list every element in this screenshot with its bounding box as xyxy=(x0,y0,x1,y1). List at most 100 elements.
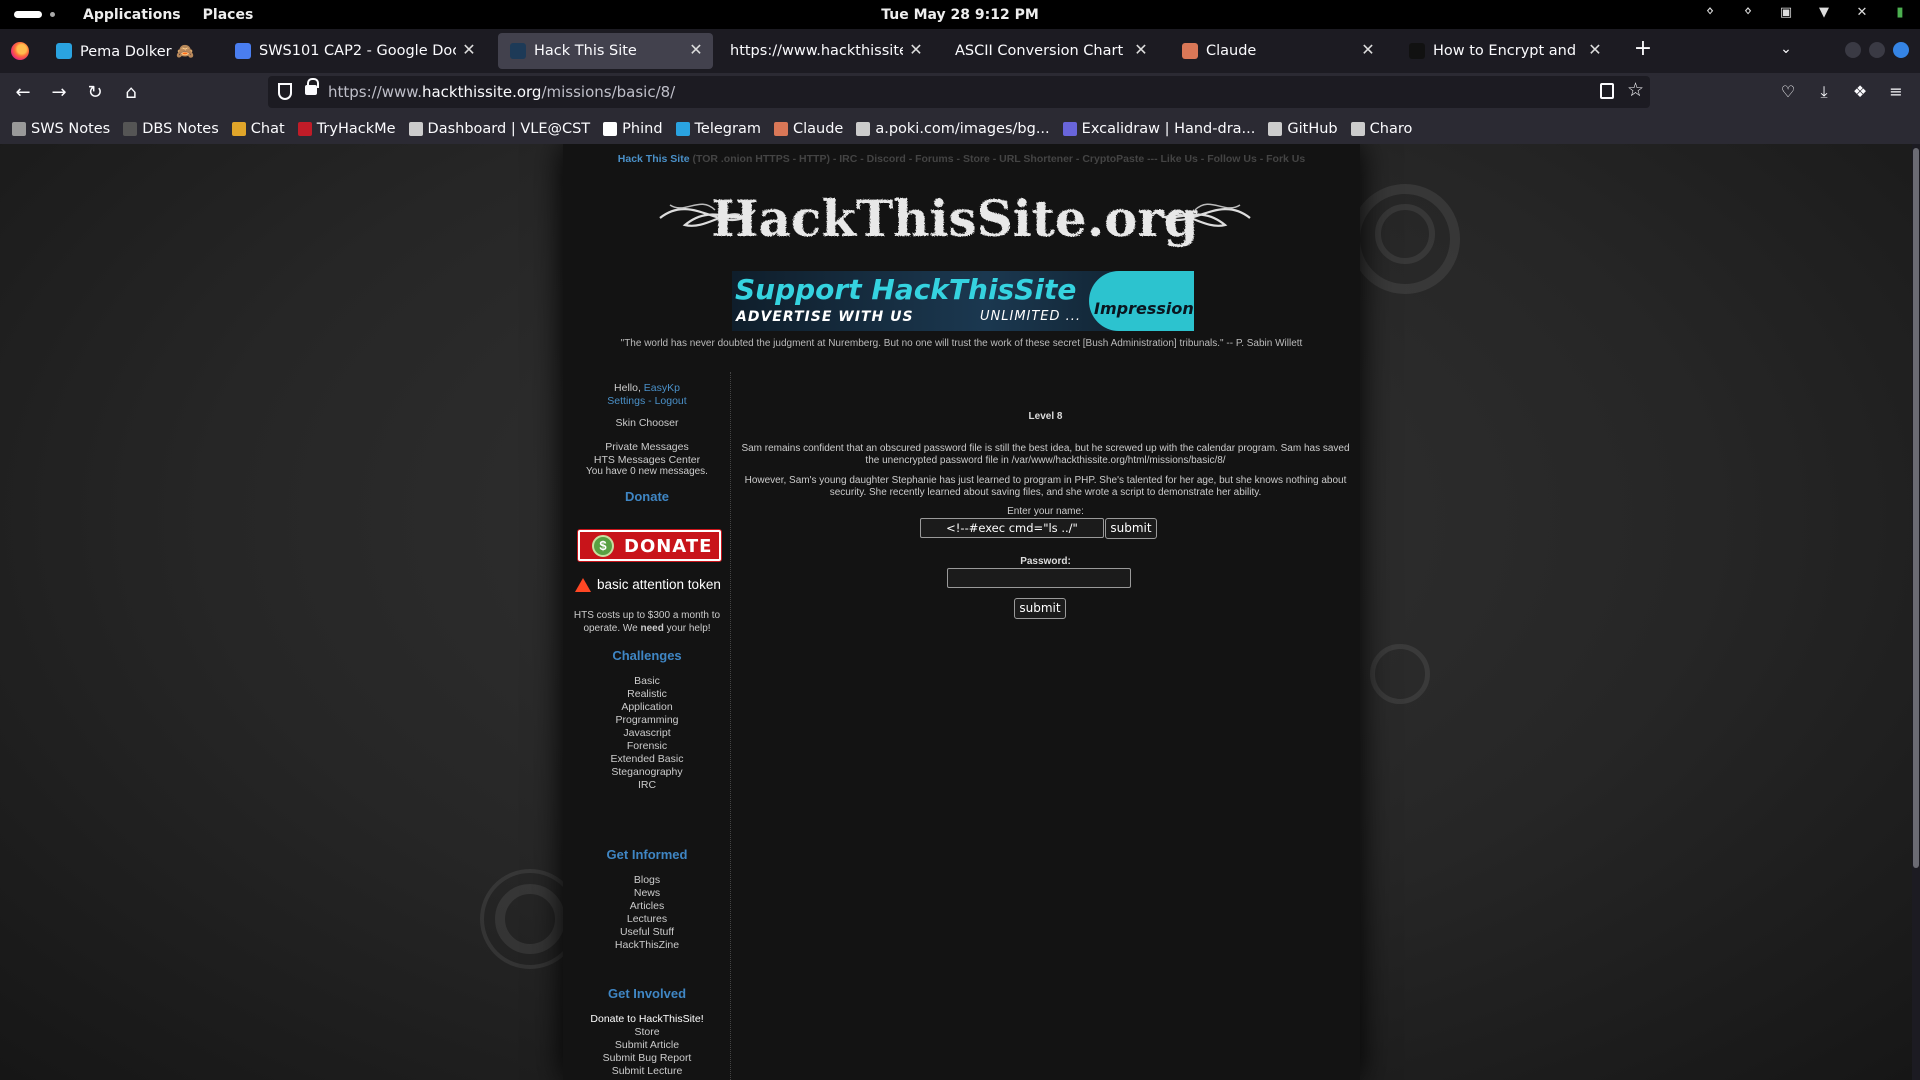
close-window-icon[interactable] xyxy=(1893,42,1909,58)
page-scrollbar[interactable] xyxy=(1912,144,1920,1080)
reload-icon[interactable]: ↻ xyxy=(81,79,109,107)
tab-6[interactable]: Claude ✕ xyxy=(1170,33,1385,69)
name-label: Enter your name: xyxy=(1007,506,1084,517)
hamburger-menu-icon[interactable]: ≡ xyxy=(1885,81,1907,103)
tab-4[interactable]: https://www.hackthissite.org✕ xyxy=(718,33,933,69)
name-submit-button[interactable]: submit xyxy=(1105,518,1157,539)
bookmark-item[interactable]: Telegram xyxy=(675,121,761,137)
tab-close-icon[interactable]: ✕ xyxy=(907,41,925,59)
bookmark-item[interactable]: Excalidraw | Hand-dra... xyxy=(1062,121,1255,137)
bookmark-item[interactable]: GitHub xyxy=(1268,121,1338,137)
new-tab-button[interactable]: + xyxy=(1630,37,1656,63)
tab-2[interactable]: SWS101 CAP2 - Google Docs ✕ xyxy=(223,33,486,69)
bookmark-item[interactable]: Chat xyxy=(231,121,285,137)
settings-link[interactable]: Settings xyxy=(607,395,645,407)
sidebar-link-news[interactable]: News xyxy=(563,887,731,899)
sidebar-link-submit-bug-report[interactable]: Submit Bug Report xyxy=(563,1052,731,1064)
bookmark-item[interactable]: Charo xyxy=(1350,121,1412,137)
pocket-icon[interactable]: ♡ xyxy=(1777,81,1799,103)
sidebar-link-realistic[interactable]: Realistic xyxy=(563,688,731,700)
battery-icon[interactable]: ▮ xyxy=(1892,5,1908,20)
tab-close-icon[interactable]: ✕ xyxy=(460,41,478,59)
bookmark-item[interactable]: a.poki.com/images/bg... xyxy=(856,120,1050,137)
sidebar-link-blogs[interactable]: Blogs xyxy=(563,874,731,886)
private-messages-link[interactable]: Private Messages xyxy=(563,441,731,453)
sidebar-link-submit-article[interactable]: Submit Article xyxy=(563,1039,731,1051)
password-submit-button[interactable]: submit xyxy=(1014,598,1066,619)
tab-title: ASCII Conversion Chart xyxy=(955,43,1124,59)
applications-menu[interactable]: Applications xyxy=(83,7,181,23)
display-icon[interactable]: ▣ xyxy=(1778,5,1794,20)
url-bar[interactable]: https://www.hackthissite.org/missions/ba… xyxy=(268,76,1650,108)
tracking-protection-shield-icon[interactable] xyxy=(278,83,292,100)
vle-icon xyxy=(408,121,423,136)
maximize-window-icon[interactable] xyxy=(1869,42,1885,58)
list-all-tabs-chevron-icon[interactable]: ⌄ xyxy=(1774,37,1798,61)
places-menu[interactable]: Places xyxy=(203,7,254,23)
donate-button[interactable]: $ DONATE xyxy=(578,530,721,561)
bookmark-label: a.poki.com/images/bg... xyxy=(875,120,1050,137)
activities-button[interactable] xyxy=(0,0,55,29)
home-icon[interactable]: ⌂ xyxy=(117,79,145,107)
tab-7[interactable]: How to Encrypt and Decrypt✕ xyxy=(1397,33,1612,69)
tab-close-icon[interactable]: ✕ xyxy=(1359,41,1377,59)
sidebar-link-lectures[interactable]: Lectures xyxy=(563,913,731,925)
sidebar-link-application[interactable]: Application xyxy=(563,701,731,713)
tab-5[interactable]: ASCII Conversion Chart ✕ xyxy=(943,33,1158,69)
firefox-icon[interactable] xyxy=(11,42,29,60)
sidebar-link-programming[interactable]: Programming xyxy=(563,714,731,726)
logout-link[interactable]: Logout xyxy=(655,395,687,407)
name-input[interactable]: <!--#exec cmd="ls ../" xyxy=(920,518,1104,538)
sidebar-link-hackthiszine[interactable]: HackThisZine xyxy=(563,939,731,951)
sidebar-link-steganography[interactable]: Steganography xyxy=(563,766,731,778)
bookmark-star-icon[interactable]: ☆ xyxy=(1627,79,1644,101)
tab-3[interactable]: Hack This Site ✕ xyxy=(498,33,713,69)
sidebar-link-forensic[interactable]: Forensic xyxy=(563,740,731,752)
system-tray[interactable]: ᛜ ᛜ ▣ ▼ ✕ ▮ xyxy=(1702,5,1908,20)
hello-text: Hello, xyxy=(614,382,641,394)
extensions-icon[interactable]: ❖ xyxy=(1849,81,1871,103)
sidebar-link-store[interactable]: Store xyxy=(563,1026,731,1038)
tab-close-icon[interactable]: ✕ xyxy=(1586,41,1604,59)
tab-close-icon[interactable]: ✕ xyxy=(687,41,705,59)
lock-icon[interactable] xyxy=(305,78,319,95)
bookmark-item[interactable]: TryHackMe xyxy=(297,121,396,137)
sidebar-link-javascript[interactable]: Javascript xyxy=(563,727,731,739)
bookmark-item[interactable]: SWS Notes xyxy=(12,121,110,137)
back-arrow-icon[interactable]: ← xyxy=(9,79,37,107)
username-link[interactable]: EasyKp xyxy=(644,382,680,394)
sidebar-link-extended-basic[interactable]: Extended Basic xyxy=(563,753,731,765)
site-top-nav[interactable]: Hack This Site (TOR .onion HTTPS - HTTP)… xyxy=(563,153,1360,165)
skin-chooser-link[interactable]: Skin Chooser xyxy=(563,417,731,429)
sidebar-link-donate-to-hackthissite[interactable]: Donate to HackThisSite! xyxy=(563,1013,731,1025)
advertise-banner[interactable]: Support HackThisSite ADVERTISE WITH US U… xyxy=(732,271,1194,331)
sidebar-link-submit-lecture[interactable]: Submit Lecture xyxy=(563,1065,731,1077)
scrollbar-thumb[interactable] xyxy=(1913,148,1919,868)
clock[interactable]: Tue May 28 9:12 PM xyxy=(0,7,1920,23)
sidebar-link-irc[interactable]: IRC xyxy=(563,779,731,791)
bat-donate-link[interactable]: basic attention token xyxy=(575,577,725,595)
minimize-window-icon[interactable] xyxy=(1845,42,1861,58)
messages-center-link[interactable]: HTS Messages Center xyxy=(563,454,731,466)
bookmark-item[interactable]: DBS Notes xyxy=(123,121,219,137)
bookmark-item[interactable]: Claude xyxy=(773,121,843,137)
donate-button-label: DONATE xyxy=(624,536,713,557)
site-nav-links[interactable]: (TOR .onion HTTPS - HTTP) - IRC - Discor… xyxy=(692,153,1305,165)
url-text[interactable]: https://www.hackthissite.org/missions/ba… xyxy=(328,83,675,101)
tab-close-icon[interactable]: ✕ xyxy=(1132,41,1150,59)
bookmark-item[interactable]: Phind xyxy=(603,121,663,137)
forward-arrow-icon[interactable]: → xyxy=(45,79,73,107)
volume-muted-icon[interactable]: ✕ xyxy=(1854,5,1870,20)
bookmark-item[interactable]: Dashboard | VLE@CST xyxy=(408,121,590,137)
sidebar-link-articles[interactable]: Articles xyxy=(563,900,731,912)
sidebar-link-useful-stuff[interactable]: Useful Stuff xyxy=(563,926,731,938)
sidebar-link-basic[interactable]: Basic xyxy=(563,675,731,687)
reader-view-icon[interactable] xyxy=(1600,83,1614,99)
hackthissite-logo[interactable]: HackThisSite.org xyxy=(655,170,1255,266)
site-brand-link[interactable]: Hack This Site xyxy=(618,153,690,165)
bluetooth-alt-icon[interactable]: ᛜ xyxy=(1740,5,1756,20)
downloads-icon[interactable]: ⤓ xyxy=(1813,81,1835,103)
bluetooth-icon[interactable]: ᛜ xyxy=(1702,5,1718,20)
wifi-icon[interactable]: ▼ xyxy=(1816,5,1832,20)
password-input[interactable] xyxy=(947,568,1131,588)
